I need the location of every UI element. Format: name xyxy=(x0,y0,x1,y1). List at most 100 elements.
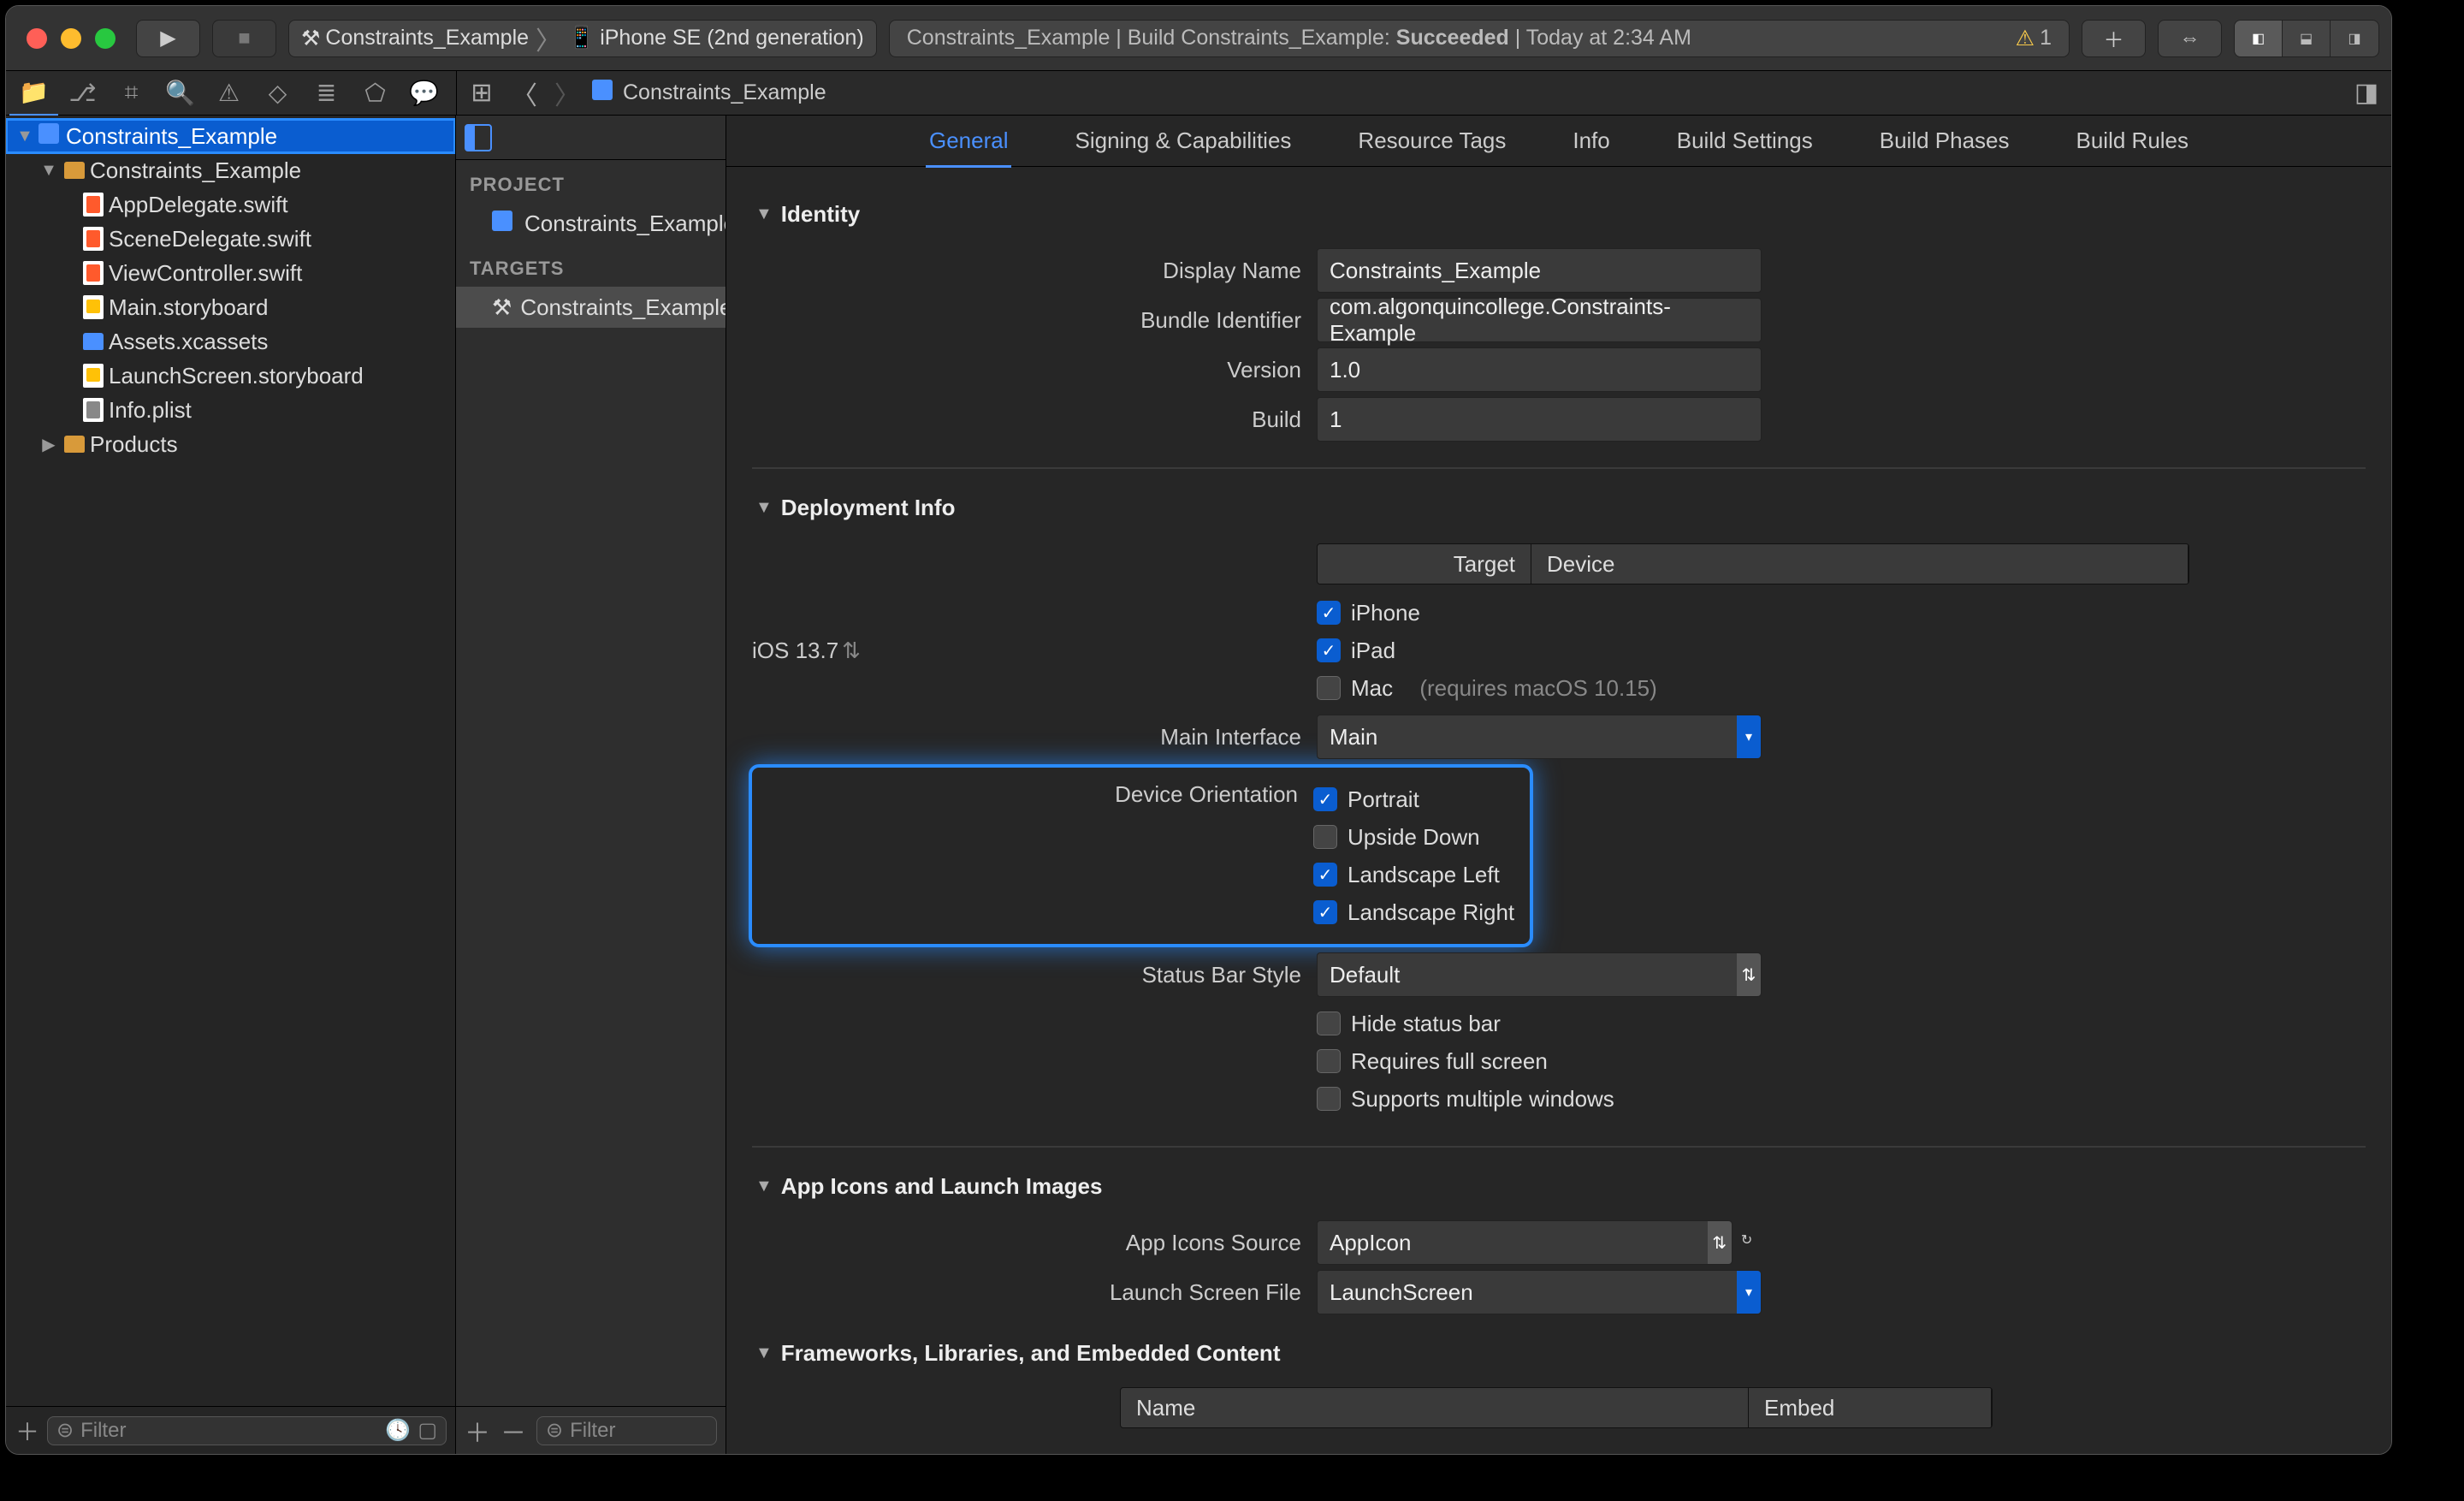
section-title: Identity xyxy=(781,201,860,228)
close-window-button[interactable] xyxy=(27,28,47,49)
section-title: App Icons and Launch Images xyxy=(781,1173,1103,1200)
combo-value: Main xyxy=(1330,724,1377,750)
checkbox-label: Hide status bar xyxy=(1351,1011,1501,1037)
tree-file[interactable]: ViewController.swift xyxy=(6,256,455,290)
checkbox-label: Landscape Left xyxy=(1348,862,1500,888)
target-row[interactable]: ⚒ Constraints_Example xyxy=(456,287,726,328)
tab-resource[interactable]: Resource Tags xyxy=(1354,116,1509,166)
issue-navigator-icon[interactable]: ⚠ xyxy=(204,71,253,116)
main-interface-combo[interactable]: Main▾ xyxy=(1317,715,1762,759)
requires-full-screen-checkbox[interactable] xyxy=(1317,1049,1341,1073)
tree-item-label: Assets.xcassets xyxy=(109,329,268,355)
disclosure-icon[interactable]: ▼ xyxy=(38,161,59,181)
scm-filter-icon[interactable]: ▢ xyxy=(418,1418,437,1443)
swift-icon xyxy=(83,261,104,285)
breakpoint-navigator-icon[interactable]: ⬠ xyxy=(351,71,400,116)
code-review-button[interactable]: ⇔ xyxy=(2158,20,2222,57)
landscape-left-checkbox[interactable]: ✓ xyxy=(1313,863,1337,887)
portrait-checkbox[interactable]: ✓ xyxy=(1313,787,1337,811)
ipad-checkbox[interactable]: ✓ xyxy=(1317,638,1341,662)
related-items-icon[interactable]: ⊞ xyxy=(464,76,500,110)
test-navigator-icon[interactable]: ◇ xyxy=(253,71,302,116)
tree-file[interactable]: Info.plist xyxy=(6,393,455,427)
tree-group[interactable]: ▼ Constraints_Example xyxy=(6,153,455,187)
disclosure-icon[interactable]: ▼ xyxy=(755,1344,773,1363)
mac-checkbox[interactable] xyxy=(1317,676,1341,700)
target-column-header: Target xyxy=(1318,544,1531,584)
tree-file[interactable]: Assets.xcassets xyxy=(6,324,455,359)
disclosure-icon[interactable]: ▼ xyxy=(755,498,773,518)
target-filter[interactable]: ⊜ Filter xyxy=(536,1416,717,1445)
main-interface-label: Main Interface xyxy=(752,724,1317,750)
add-target-button[interactable]: ＋ xyxy=(465,1412,490,1450)
project-row[interactable]: Constraints_Example xyxy=(456,203,726,244)
toggle-inspector[interactable]: ◨ xyxy=(2331,21,2378,56)
launch-screen-combo[interactable]: LaunchScreen▾ xyxy=(1317,1270,1762,1314)
status-bar[interactable]: Constraints_Example | Build Constraints_… xyxy=(889,20,2070,57)
run-button[interactable]: ▶ xyxy=(136,20,200,57)
display-name-input[interactable]: Constraints_Example xyxy=(1317,248,1762,293)
library-button[interactable]: ＋ xyxy=(2082,20,2146,57)
tab-build-rules[interactable]: Build Rules xyxy=(2073,116,2193,166)
tab-build-settings[interactable]: Build Settings xyxy=(1673,116,1816,166)
name-column-header: Name xyxy=(1121,1388,1749,1427)
editor-options-icon[interactable]: ◨ xyxy=(2348,76,2384,110)
hide-status-bar-checkbox[interactable] xyxy=(1317,1012,1341,1035)
tree-file[interactable]: SceneDelegate.swift xyxy=(6,222,455,256)
forward-button[interactable]: 〉 xyxy=(549,76,585,110)
stop-button[interactable]: ■ xyxy=(212,20,276,57)
tab-info[interactable]: Info xyxy=(1569,116,1613,166)
app-icons-source-combo[interactable]: AppIcon xyxy=(1317,1220,1732,1265)
tab-build-phases[interactable]: Build Phases xyxy=(1876,116,2013,166)
back-button[interactable]: 〈 xyxy=(506,76,542,110)
tab-signing[interactable]: Signing & Capabilities xyxy=(1071,116,1294,166)
symbol-navigator-icon[interactable]: ⌗ xyxy=(107,71,156,116)
tree-group-products[interactable]: ▶ Products xyxy=(6,427,455,461)
multiple-windows-checkbox[interactable] xyxy=(1317,1087,1341,1111)
tree-file[interactable]: Main.storyboard xyxy=(6,290,455,324)
tree-file[interactable]: AppDelegate.swift xyxy=(6,187,455,222)
toggle-target-panel-icon[interactable] xyxy=(465,124,492,151)
toggle-debug[interactable]: ⬓ xyxy=(2283,21,2331,56)
debug-navigator-icon[interactable]: ≣ xyxy=(302,71,351,116)
find-navigator-icon[interactable]: 🔍 xyxy=(156,71,204,116)
tab-general[interactable]: General xyxy=(926,116,1012,166)
disclosure-icon[interactable]: ▼ xyxy=(15,127,35,146)
tree-root[interactable]: ▼ Constraints_Example xyxy=(6,119,455,153)
jump-bar-file[interactable]: Constraints_Example xyxy=(623,80,826,105)
disclosure-icon[interactable]: ▶ xyxy=(38,434,59,455)
toggle-navigator[interactable]: ◧ xyxy=(2235,21,2283,56)
project-navigator-icon[interactable]: 📁 xyxy=(9,71,58,116)
file-tree: ▼ Constraints_Example ▼ Constraints_Exam… xyxy=(6,116,455,1406)
status-bar-style-combo[interactable]: Default xyxy=(1317,952,1762,997)
status-result: Succeeded xyxy=(1396,26,1509,50)
refresh-icon[interactable]: ↻ xyxy=(1741,1231,1762,1254)
scheme-selector[interactable]: ⚒ Constraints_Example 〉 📱 iPhone SE (2nd… xyxy=(288,20,877,57)
landscape-right-checkbox[interactable]: ✓ xyxy=(1313,900,1337,924)
disclosure-icon[interactable]: ▼ xyxy=(755,205,773,224)
zoom-window-button[interactable] xyxy=(95,28,116,49)
checkbox-label: Portrait xyxy=(1348,786,1419,813)
minimize-window-button[interactable] xyxy=(61,28,81,49)
tree-item-label: Main.storyboard xyxy=(109,294,268,321)
warning-indicator[interactable]: ⚠ 1 xyxy=(2016,26,2052,51)
bundle-id-input[interactable]: com.algonquincollege.Constraints-Example xyxy=(1317,298,1762,342)
recent-icon[interactable]: 🕓 xyxy=(385,1418,411,1443)
report-navigator-icon[interactable]: 💬 xyxy=(400,71,448,116)
version-input[interactable]: 1.0 xyxy=(1317,347,1762,392)
tree-file[interactable]: LaunchScreen.storyboard xyxy=(6,359,455,393)
upside-down-checkbox[interactable] xyxy=(1313,825,1337,849)
launch-screen-label: Launch Screen File xyxy=(752,1279,1317,1306)
status-time: | Today at 2:34 AM xyxy=(1509,26,1691,50)
iphone-checkbox[interactable]: ✓ xyxy=(1317,601,1341,625)
build-input[interactable]: 1 xyxy=(1317,397,1762,442)
ios-version-selector[interactable]: iOS 13.7⇅ xyxy=(752,638,1301,664)
chevron-updown-icon xyxy=(1737,953,1761,996)
add-file-button[interactable]: ＋ xyxy=(15,1414,40,1448)
editor-tabs: General Signing & Capabilities Resource … xyxy=(726,116,2391,167)
source-control-navigator-icon[interactable]: ⎇ xyxy=(58,71,107,116)
navigator-filter[interactable]: ⊜ Filter 🕓 ▢ xyxy=(47,1416,447,1445)
remove-target-button[interactable]: － xyxy=(500,1412,526,1450)
navigator-bottom-bar: ＋ ⊜ Filter 🕓 ▢ xyxy=(6,1406,455,1454)
disclosure-icon[interactable]: ▼ xyxy=(755,1177,773,1196)
